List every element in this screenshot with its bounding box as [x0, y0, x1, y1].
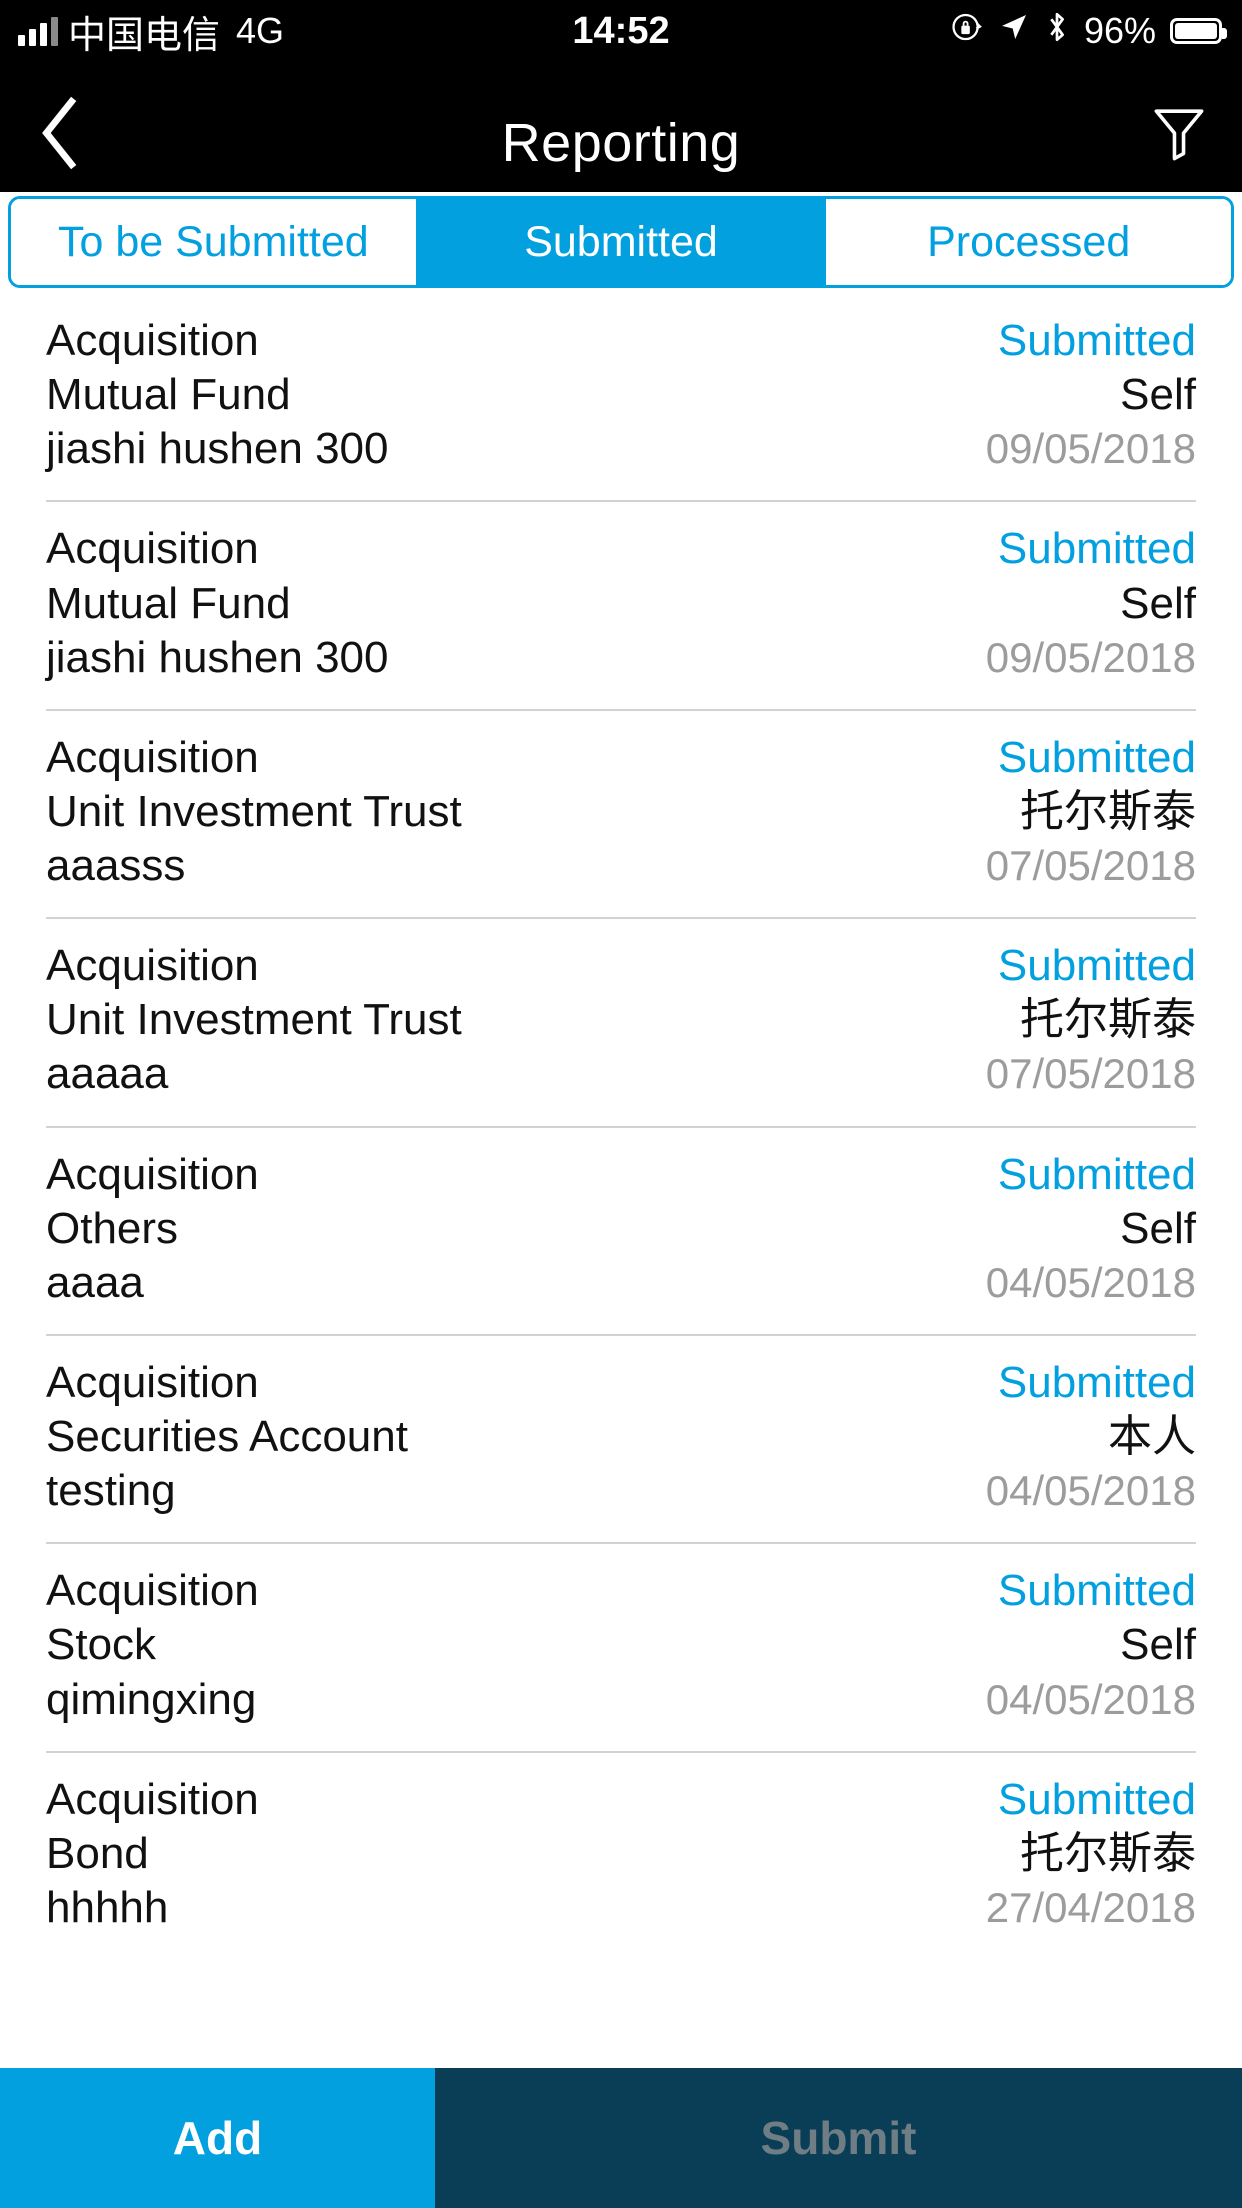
row-left: Acquisition Stock qimingxing: [46, 1564, 259, 1726]
row-name: jiashi hushen 300: [46, 424, 389, 474]
row-date: 07/05/2018: [985, 842, 1196, 889]
row-date: 04/05/2018: [985, 1258, 1196, 1306]
bottom-action-bar: Add Submit: [0, 2068, 1242, 2208]
row-person: 托尔斯泰: [1020, 995, 1196, 1045]
table-row[interactable]: Acquisition Unit Investment Trust aaasss Su…: [0, 708, 1242, 918]
row-right: Submitted Self 09/05/2018: [986, 314, 1196, 476]
row-person: 本人: [1108, 1412, 1196, 1462]
row-left: Acquisition Mutual Fund jiashi hushen 300: [46, 522, 388, 684]
row-date: 04/05/2018: [985, 1467, 1196, 1515]
table-row[interactable]: Acquisition Others aaaa Submitted Self 04/05/…: [0, 1125, 1242, 1334]
battery-percent-label: 96%: [1083, 10, 1156, 51]
status-badge: Submitted: [997, 1774, 1196, 1824]
row-type: Acquisition: [46, 1774, 259, 1824]
row-name: hhhhh: [46, 1882, 169, 1932]
tab-processed[interactable]: Processed: [826, 199, 1231, 285]
row-name: jiashi hushen 300: [46, 632, 389, 682]
row-right: Submitted 托尔斯泰 07/05/2018: [986, 731, 1196, 893]
row-category: Others: [46, 1203, 179, 1253]
tab-submitted[interactable]: Submitted: [418, 199, 827, 285]
row-person: Self: [1120, 370, 1196, 420]
row-name: aaaaa: [46, 1049, 169, 1099]
row-type: Acquisition: [46, 732, 259, 782]
row-right: Submitted 托尔斯泰 27/04/2018: [986, 1773, 1196, 1935]
row-type: Acquisition: [46, 1149, 259, 1199]
row-left: Acquisition Securities Account testing: [46, 1356, 408, 1518]
rotation-lock-icon: [950, 10, 984, 53]
row-date: 27/04/2018: [985, 1883, 1196, 1931]
row-left: Acquisition Others aaaa: [46, 1148, 259, 1310]
row-category: Unit Investment Trust: [46, 995, 462, 1045]
table-row[interactable]: Acquisition Unit Investment Trust aaaaa Sub…: [0, 917, 1242, 1126]
bluetooth-icon: [1044, 10, 1070, 53]
status-bar-right: 96%: [950, 10, 1227, 53]
location-arrow-icon: [998, 10, 1030, 52]
filter-funnel-icon[interactable]: [1134, 90, 1224, 180]
row-date: 09/05/2018: [985, 425, 1196, 473]
row-type: Acquisition: [46, 1566, 259, 1616]
row-category: Securities Account: [46, 1412, 408, 1462]
row-type: Acquisition: [46, 941, 259, 991]
row-person: Self: [1120, 1203, 1196, 1253]
table-row[interactable]: Acquisition Mutual Fund jiashi hushen 300 S…: [0, 500, 1242, 709]
row-right: Submitted 本人 04/05/2018: [986, 1356, 1196, 1518]
status-badge: Submitted: [997, 316, 1196, 365]
row-name: qimingxing: [46, 1674, 257, 1724]
row-name: aaasss: [46, 841, 186, 890]
status-badge: Submitted: [997, 1566, 1196, 1616]
status-badge: Submitted: [997, 732, 1196, 782]
row-category: Stock: [46, 1620, 157, 1670]
row-person: Self: [1120, 1620, 1196, 1670]
row-date: 07/05/2018: [985, 1050, 1196, 1098]
row-right: Submitted Self 04/05/2018: [986, 1564, 1196, 1726]
status-bar: 中国电信 4G 14:52 96%: [0, 0, 1242, 62]
status-badge: Submitted: [997, 941, 1196, 991]
table-row[interactable]: Acquisition Mutual Fund jiashi hushen 300 S…: [0, 292, 1242, 501]
row-date: 09/05/2018: [985, 633, 1196, 681]
row-type: Acquisition: [46, 524, 259, 574]
battery-icon: [1170, 18, 1227, 44]
row-person: Self: [1120, 578, 1196, 628]
app-screen: 中国电信 4G 14:52 96% Reporting To be Submit…: [0, 0, 1242, 2208]
row-right: Submitted Self 04/05/2018: [986, 1148, 1196, 1310]
row-right: Submitted 托尔斯泰 07/05/2018: [986, 939, 1196, 1101]
status-badge: Submitted: [997, 1149, 1196, 1199]
table-row[interactable]: Acquisition Stock qimingxing Submitted Self 0…: [0, 1542, 1242, 1751]
status-filter-tabs: To be Submitted Submitted Processed: [8, 196, 1234, 288]
table-row[interactable]: Acquisition Securities Account testing Subm…: [0, 1333, 1242, 1543]
tab-to-be-submitted[interactable]: To be Submitted: [11, 199, 419, 285]
add-button[interactable]: Add: [0, 2068, 435, 2208]
row-type: Acquisition: [46, 1357, 259, 1407]
row-left: Acquisition Unit Investment Trust aaasss: [46, 731, 462, 893]
row-date: 04/05/2018: [985, 1675, 1196, 1723]
row-left: Acquisition Unit Investment Trust aaaaa: [46, 939, 462, 1101]
row-category: Mutual Fund: [46, 370, 291, 420]
row-person: 托尔斯泰: [1020, 786, 1196, 836]
row-person: 托尔斯泰: [1020, 1828, 1196, 1878]
row-category: Unit Investment Trust: [46, 786, 462, 836]
row-name: aaaa: [46, 1257, 144, 1307]
row-category: Bond: [46, 1828, 149, 1878]
row-name: testing: [46, 1466, 176, 1516]
row-category: Mutual Fund: [46, 578, 291, 628]
row-left: Acquisition Mutual Fund jiashi hushen 300: [46, 314, 388, 476]
status-badge: Submitted: [997, 1357, 1196, 1407]
reporting-list[interactable]: Acquisition Mutual Fund jiashi hushen 300 S…: [0, 292, 1242, 2068]
submit-button[interactable]: Submit: [435, 2068, 1242, 2208]
row-left: Acquisition Bond hhhhh: [46, 1773, 259, 1935]
row-right: Submitted Self 09/05/2018: [986, 522, 1196, 684]
navigation-bar: Reporting: [0, 62, 1242, 192]
table-row[interactable]: Acquisition Bond hhhhh Submitted 托尔斯泰 27/04/2…: [0, 1750, 1242, 1960]
page-title: Reporting: [501, 113, 741, 173]
status-badge: Submitted: [997, 524, 1196, 574]
row-type: Acquisition: [46, 316, 259, 365]
